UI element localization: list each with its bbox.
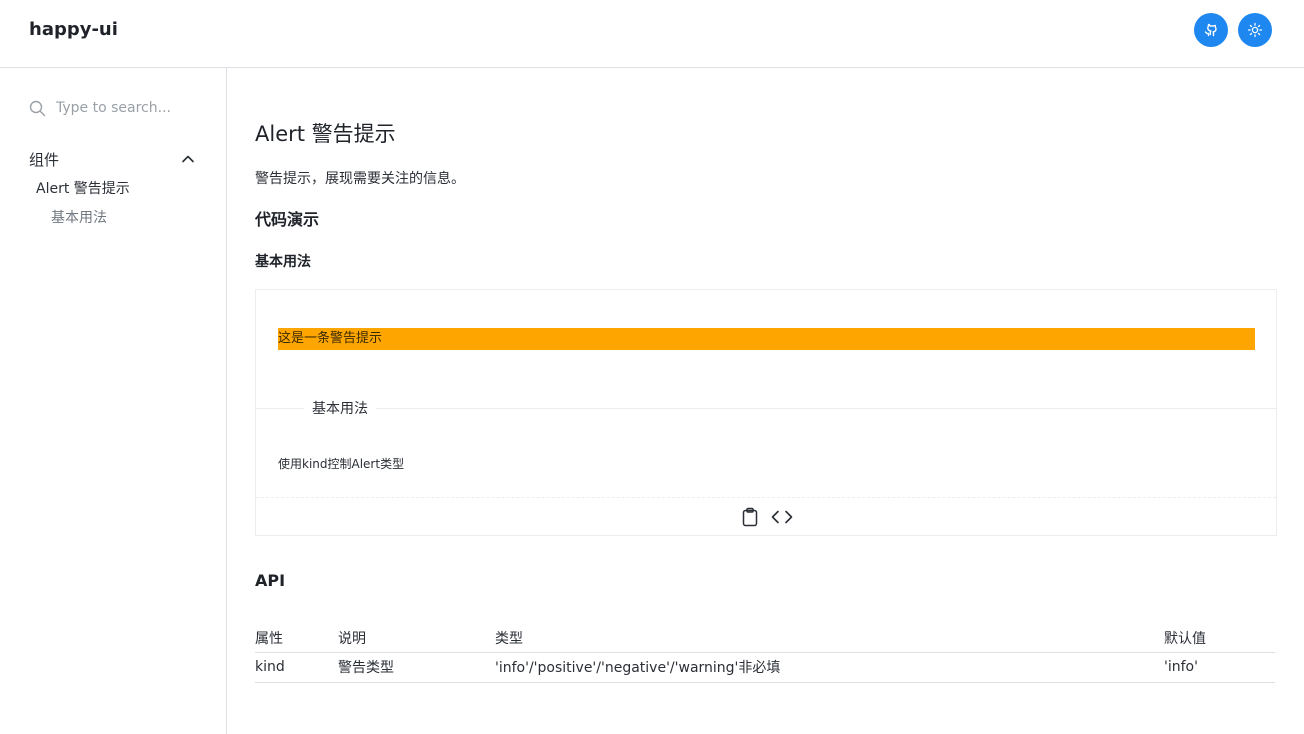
theme-toggle-button[interactable] — [1238, 13, 1272, 47]
top-header: happy-ui — [0, 0, 1304, 68]
alert-warning-bar: 这是一条警告提示 — [278, 328, 1255, 350]
sidebar-group-components[interactable]: 组件 — [29, 148, 195, 170]
page-title: Alert 警告提示 — [255, 122, 396, 146]
api-cell-default: 'info' — [1164, 652, 1275, 683]
demo-heading: 代码演示 — [255, 210, 320, 229]
sidebar: 组件 Alert 警告提示 基本用法 — [0, 68, 227, 734]
demo-card: 这是一条警告提示 基本用法 使用kind控制Alert类型 — [255, 289, 1277, 536]
github-button[interactable] — [1194, 13, 1228, 47]
demo-actions — [256, 497, 1276, 536]
api-header-desc: 说明 — [338, 624, 495, 653]
api-table: 属性 说明 类型 默认值 kind 警告类型 'info'/'positive'… — [255, 624, 1275, 683]
show-code-button[interactable] — [771, 506, 793, 528]
api-cell-desc: 警告类型 — [338, 652, 495, 683]
copy-code-button[interactable] — [739, 506, 761, 528]
github-icon — [1204, 23, 1217, 37]
api-header-type: 类型 — [495, 624, 1164, 653]
sidebar-group-label: 组件 — [29, 150, 60, 169]
code-icon — [771, 510, 793, 524]
chevron-up-icon[interactable] — [181, 152, 195, 166]
sidebar-subitem-basic-usage[interactable]: 基本用法 — [51, 207, 107, 227]
page-description: 警告提示，展现需要关注的信息。 — [255, 171, 465, 187]
demo-meta-title: 基本用法 — [304, 398, 376, 418]
demo-meta-divider — [256, 408, 1276, 409]
api-header-prop: 属性 — [255, 624, 338, 653]
brand-logo-text[interactable]: happy-ui — [29, 19, 118, 40]
sun-icon — [1247, 22, 1263, 38]
clipboard-icon — [742, 507, 758, 527]
api-cell-prop: kind — [255, 652, 338, 683]
api-table-header-row: 属性 说明 类型 默认值 — [255, 624, 1275, 653]
basic-usage-heading: 基本用法 — [255, 254, 311, 270]
api-header-default: 默认值 — [1164, 624, 1275, 653]
search-icon — [29, 100, 46, 116]
search-input[interactable] — [56, 100, 206, 116]
api-heading: API — [255, 571, 286, 590]
table-row: kind 警告类型 'info'/'positive'/'negative'/'… — [255, 652, 1275, 683]
search-box — [29, 96, 209, 120]
sidebar-item-alert[interactable]: Alert 警告提示 — [36, 178, 130, 198]
api-cell-type: 'info'/'positive'/'negative'/'warning'非必… — [495, 652, 1164, 683]
demo-meta-description: 使用kind控制Alert类型 — [278, 457, 405, 471]
